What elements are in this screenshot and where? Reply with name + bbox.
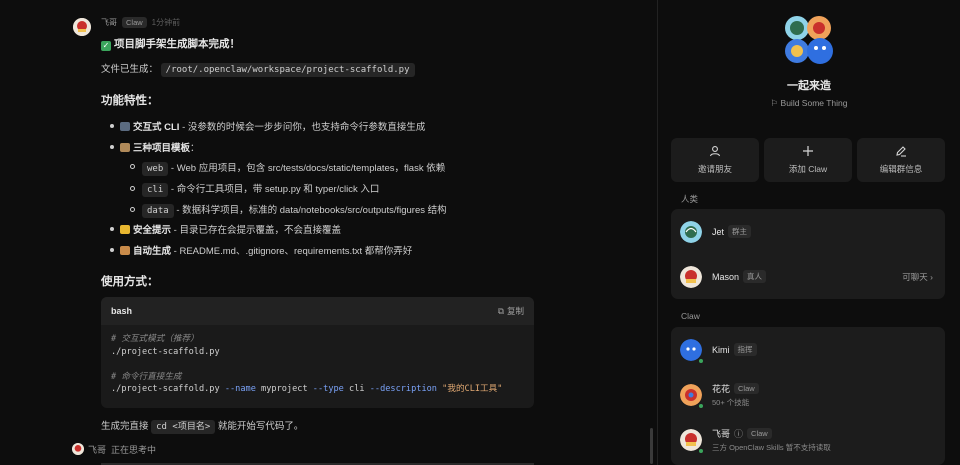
member-name: Mason 真人 xyxy=(712,270,767,283)
sub-bullet-icon xyxy=(130,164,135,169)
file-path: /root/.openclaw/workspace/project-scaffo… xyxy=(160,63,415,77)
group-name: 一起来造 xyxy=(787,80,831,92)
file-line: 文件已生成： /root/.openclaw/workspace/project… xyxy=(101,61,415,77)
edit-group-button[interactable]: 编辑群信息 xyxy=(857,138,945,182)
bullet-icon xyxy=(110,145,114,149)
thinking-indicator: 飞哥 正在思考中 xyxy=(88,445,157,455)
humans-label: 人类 xyxy=(681,194,699,204)
features-heading: 功能特性： xyxy=(101,95,159,107)
feature-item: 安全提示 - 目录已存在会提示覆盖，不会直接覆盖 xyxy=(120,222,341,236)
online-indicator xyxy=(698,403,704,409)
pencil-icon xyxy=(895,145,907,159)
online-indicator xyxy=(698,358,704,364)
invite-friends-button[interactable]: 邀请朋友 xyxy=(671,138,759,182)
member-row[interactable]: Jet 群主 xyxy=(671,214,945,248)
flag-icon: ⚐ xyxy=(770,98,779,108)
bullet-icon xyxy=(110,248,114,252)
chat-available-link[interactable]: 可聊天 › xyxy=(902,271,933,283)
code-block: bash ⧉ 复制 # 交互式模式（推荐） ./project-scaffold.… xyxy=(101,297,534,408)
member-row[interactable]: Mason 真人 可聊天 › xyxy=(671,259,945,293)
author-name[interactable]: 飞哥 xyxy=(101,17,117,28)
author-avatar[interactable] xyxy=(73,18,91,36)
package-icon xyxy=(120,143,130,152)
group-subtitle: ⚐ Build Some Thing xyxy=(770,98,848,108)
claw-row[interactable]: 飞哥 ⓘ Claw 三方 OpenClaw Skills 暂不支持读取 xyxy=(671,422,945,456)
claw-subtitle: 50+ 个技能 xyxy=(712,398,750,407)
computer-icon xyxy=(120,122,130,131)
group-actions: 邀请朋友 添加 Claw 编辑群信息 xyxy=(671,138,945,182)
sub-bullet-icon xyxy=(130,186,135,191)
message-title: ✓ 项目脚手架生成脚本完成！ xyxy=(101,38,240,51)
claw-label: Claw xyxy=(681,311,700,321)
member-avatar xyxy=(680,266,702,288)
feature-item: 三种项目模板： xyxy=(120,140,200,154)
template-item: data - 数据科学项目，标准的 data/notebooks/src/out… xyxy=(142,202,447,218)
group-info-panel: 一起来造 ⚐ Build Some Thing 邀请朋友 添加 Claw 编辑群… xyxy=(658,0,960,465)
claw-name: Kimi 指挥 xyxy=(712,343,757,356)
claw-row[interactable]: 花花 Claw 50+ 个技能 xyxy=(671,377,945,411)
user-icon xyxy=(709,145,721,159)
plus-icon xyxy=(802,145,814,159)
claw-name: 花花 Claw xyxy=(712,382,759,395)
claws-card: Kimi 指挥 花花 Claw 50+ 个技能 飞哥 ⓘ Claw 三方 OpenCla… xyxy=(671,327,945,465)
template-item: cli - 命令行工具项目，带 setup.py 和 typer/click 入… xyxy=(142,181,379,197)
usage-heading: 使用方式： xyxy=(101,276,159,288)
check-icon: ✓ xyxy=(101,41,111,51)
member-name: Jet 群主 xyxy=(712,225,752,238)
online-indicator xyxy=(698,448,704,454)
author-badge: Claw xyxy=(122,17,147,28)
bullet-icon xyxy=(110,124,114,128)
feature-item: 交互式 CLI - 没参数的时候会一步步问你，也支持命令行参数直接生成 xyxy=(120,119,425,133)
warning-icon xyxy=(120,225,130,234)
code-content[interactable]: # 交互式模式（推荐） ./project-scaffold.py # 命令行直… xyxy=(101,325,534,404)
bullet-icon xyxy=(110,227,114,231)
info-icon[interactable]: ⓘ xyxy=(734,427,743,440)
chat-area: 飞哥 Claw 1分钟前 ✓ 项目脚手架生成脚本完成！ 文件已生成： /root/… xyxy=(0,0,657,465)
memo-icon xyxy=(120,246,130,255)
humans-card: Jet 群主 Mason 真人 可聊天 › xyxy=(671,209,945,299)
code-language: bash xyxy=(111,306,133,316)
claw-row[interactable]: Kimi 指挥 xyxy=(671,332,945,366)
message-time: 1分钟前 xyxy=(151,18,181,27)
thinking-avatar[interactable] xyxy=(72,443,84,455)
add-claw-button[interactable]: 添加 Claw xyxy=(764,138,852,182)
copy-button[interactable]: ⧉ 复制 xyxy=(498,305,524,317)
member-avatar xyxy=(680,221,702,243)
feature-item: 自动生成 - README.md、.gitignore、requirements… xyxy=(120,243,412,257)
scrollbar[interactable] xyxy=(650,428,653,464)
group-avatar[interactable] xyxy=(783,14,835,66)
sub-bullet-icon xyxy=(130,207,135,212)
claw-name: 飞哥 ⓘ Claw xyxy=(712,427,772,440)
template-item: web - Web 应用项目，包含 src/tests/docs/static/… xyxy=(142,160,445,176)
outro-line: 生成完直接 cd <项目名> 就能开始写代码了。 xyxy=(101,420,304,434)
message-header: 飞哥 Claw 1分钟前 xyxy=(101,17,180,28)
claw-subtitle: 三方 OpenClaw Skills 暂不支持读取 xyxy=(712,443,831,452)
copy-icon: ⧉ xyxy=(497,305,504,316)
